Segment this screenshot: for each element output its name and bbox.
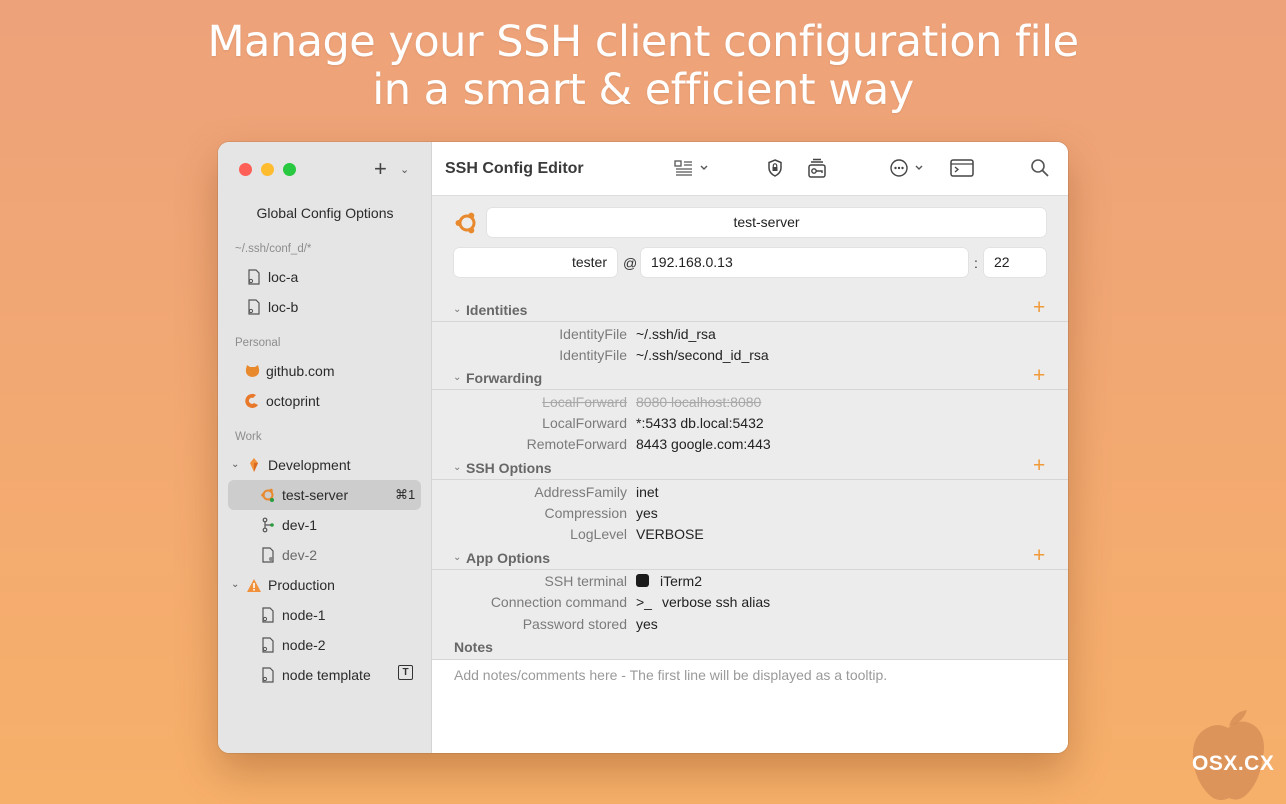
chevron-down-icon[interactable]: ⌄ [231,579,239,590]
file-icon [259,636,277,654]
section-identities[interactable]: ⌄ Identities + [432,296,1068,322]
kv-row-disabled[interactable]: LocalForward 8080 localhost:8080 [432,392,1068,413]
sidebar-item-production[interactable]: Production [245,571,335,599]
kv-row[interactable]: IdentityFile ~/.ssh/id_rsa [432,324,1068,345]
section-ssh-options[interactable]: ⌄ SSH Options + [432,454,1068,480]
kv-row[interactable]: Password stored yes [432,614,1068,635]
list-view-icon[interactable] [674,158,714,183]
notes-placeholder: Add notes/comments here - The first line… [454,667,888,683]
notes-title: Notes [454,639,493,655]
sidebar-item-development[interactable]: Development [245,451,351,479]
ubuntu-icon[interactable] [454,210,480,241]
ubuntu-icon [259,486,277,504]
chevron-down-icon[interactable]: ⌄ [231,459,239,470]
plus-icon[interactable]: + [374,156,387,182]
file-icon [259,666,277,684]
github-icon [243,362,261,380]
chevron-down-icon[interactable]: ⌄ [453,304,461,315]
template-badge: T [398,665,413,680]
app-window: + ⌄ Global Config Options ~/.ssh/conf_d/… [218,142,1068,753]
chevron-down-icon[interactable]: ⌄ [453,462,461,473]
warning-icon [245,576,263,594]
file-icon [259,606,277,624]
hostname-field[interactable]: 192.168.0.13 [641,248,968,277]
colon-separator: : [974,255,978,271]
global-config-options[interactable]: Global Config Options [218,205,432,221]
iterm-icon [636,574,649,587]
shortcut-label: ⌘1 [395,487,416,502]
section-app-options[interactable]: ⌄ App Options + [432,544,1068,570]
kv-row[interactable]: SSH terminal iTerm2 [432,571,1068,592]
headline-line-2: in a smart & efficient way [372,65,914,115]
add-forward-button[interactable]: + [1033,364,1045,388]
kv-row[interactable]: RemoteForward 8443 google.com:443 [432,434,1068,455]
sidebar-item-octoprint[interactable]: octoprint [243,387,320,415]
kv-row[interactable]: Compression yes [432,503,1068,524]
file-icon [245,268,263,286]
kv-row[interactable]: LogLevel VERBOSE [432,524,1068,545]
sidebar-item-dev-2[interactable]: dev-2 [259,541,317,569]
chevron-down-icon[interactable]: ⌄ [453,372,461,383]
keychain-icon[interactable] [806,158,828,185]
shield-icon[interactable] [765,158,785,183]
sidebar: + ⌄ Global Config Options ~/.ssh/conf_d/… [218,142,432,753]
git-icon [259,516,277,534]
sidebar-item-dev-1[interactable]: dev-1 [259,511,317,539]
file-icon [259,546,277,564]
chevron-down-icon[interactable]: ⌄ [400,163,409,176]
file-icon [245,298,263,316]
sidebar-item-test-server[interactable]: test-server [259,481,348,509]
add-app-option-button[interactable]: + [1033,544,1045,568]
toolbar: SSH Config Editor [432,142,1068,196]
sidebar-item-node-2[interactable]: node-2 [259,631,326,659]
kv-row[interactable]: IdentityFile ~/.ssh/second_id_rsa [432,345,1068,366]
sidebar-item-node-template[interactable]: node template [259,661,371,689]
window-controls [239,163,296,176]
more-options-icon[interactable] [889,158,929,183]
user-field[interactable]: tester [454,248,617,277]
search-icon[interactable] [1030,158,1050,183]
sidebar-section-personal: Personal [235,337,281,349]
chevron-down-icon[interactable]: ⌄ [453,552,461,563]
add-identity-button[interactable]: + [1033,296,1045,320]
kv-row[interactable]: Connection command >_ verbose ssh alias [432,592,1068,613]
headline: Manage your SSH client configuration fil… [0,18,1286,114]
main-panel: SSH Config Editor test-server tester @ 1… [432,142,1068,753]
sidebar-section-work: Work [235,431,262,443]
kv-row[interactable]: LocalForward *:5433 db.local:5432 [432,413,1068,434]
zoom-window-button[interactable] [283,163,296,176]
terminal-icon[interactable] [950,158,974,183]
section-forwarding[interactable]: ⌄ Forwarding + [432,364,1068,390]
app-title: SSH Config Editor [445,160,584,177]
host-header: test-server tester @ 192.168.0.13 : 22 [432,197,1068,297]
kv-row[interactable]: AddressFamily inet [432,482,1068,503]
sidebar-section-conf-d: ~/.ssh/conf_d/* [235,243,312,255]
sidebar-item-loc-a[interactable]: loc-a [245,263,298,291]
at-separator: @ [623,255,638,271]
host-name-field[interactable]: test-server [487,208,1046,237]
command-prompt-icon: >_ [636,594,652,610]
sidebar-item-node-1[interactable]: node-1 [259,601,326,629]
add-ssh-option-button[interactable]: + [1033,454,1045,478]
port-field[interactable]: 22 [984,248,1046,277]
close-window-button[interactable] [239,163,252,176]
gitlab-icon [245,456,263,474]
octoprint-icon [243,392,261,410]
sidebar-item-github[interactable]: github.com [243,357,334,385]
minimize-window-button[interactable] [261,163,274,176]
notes-textarea[interactable]: Add notes/comments here - The first line… [432,659,1068,753]
sidebar-item-loc-b[interactable]: loc-b [245,293,298,321]
headline-line-1: Manage your SSH client configuration fil… [207,17,1079,67]
watermark-text: OSX.CX [1192,752,1275,775]
